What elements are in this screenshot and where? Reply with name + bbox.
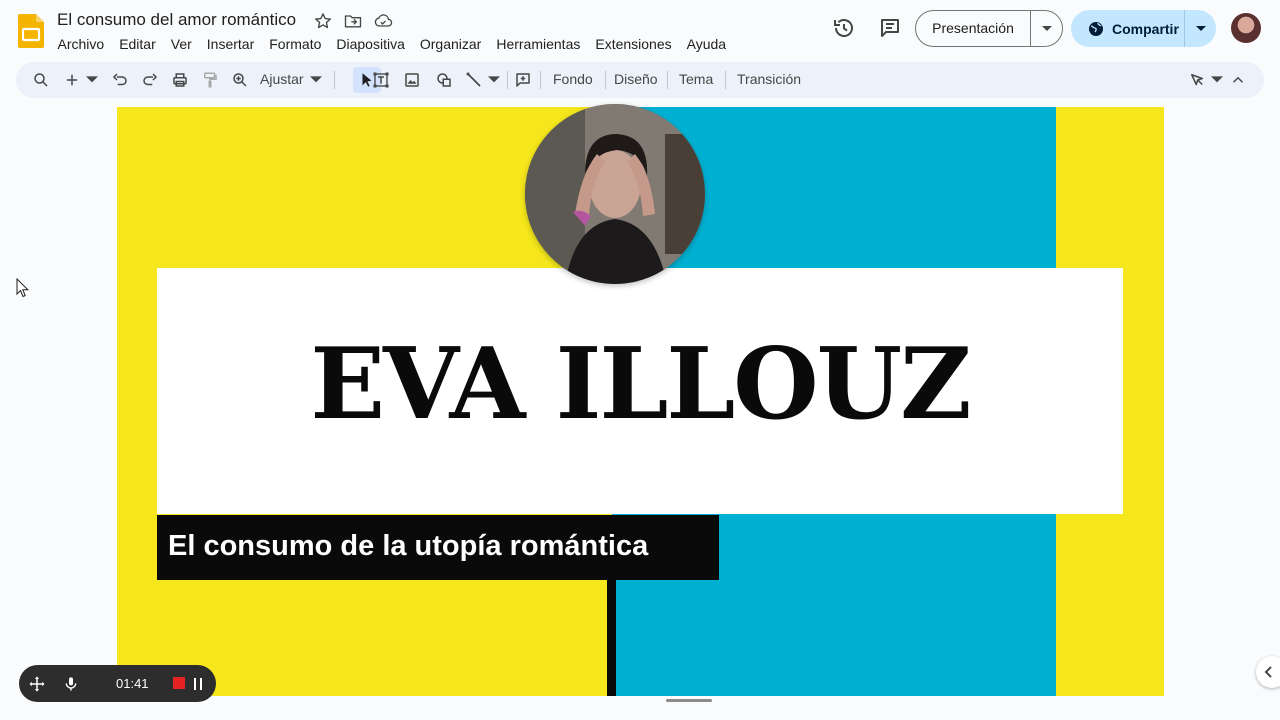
recording-controls: 01:41 (19, 665, 216, 702)
new-slide-icon[interactable] (62, 70, 82, 90)
line-chevron-down-icon[interactable] (488, 70, 500, 90)
black-divider-bar (607, 577, 616, 696)
document-title[interactable]: El consumo del amor romántico (57, 10, 296, 30)
present-label[interactable]: Presentación (916, 11, 1031, 46)
present-button[interactable]: Presentación (915, 10, 1063, 47)
drag-handle-icon[interactable] (27, 674, 47, 694)
menu-ayuda[interactable]: Ayuda (679, 35, 733, 53)
collapse-chevron-up-icon[interactable] (1228, 70, 1248, 90)
menu-archivo[interactable]: Archivo (50, 35, 112, 53)
background-button[interactable]: Fondo (553, 71, 593, 87)
microphone-icon[interactable] (61, 674, 81, 694)
redo-icon[interactable] (140, 70, 160, 90)
pen-pointer-icon[interactable] (1187, 70, 1207, 90)
shape-icon[interactable] (434, 70, 454, 90)
share-label: Compartir (1112, 20, 1179, 37)
menu-diapositiva[interactable]: Diapositiva (329, 35, 412, 53)
star-icon[interactable] (313, 11, 333, 31)
cloud-saved-icon[interactable] (373, 11, 393, 31)
chevron-left-icon (1264, 666, 1272, 678)
paint-format-icon[interactable] (200, 70, 220, 90)
toolbar: Ajustar Fondo Diseño Tema Transición (16, 62, 1264, 98)
share-options-chevron-down-icon[interactable] (1185, 25, 1216, 32)
toolbar-divider (507, 71, 508, 89)
undo-icon[interactable] (110, 70, 130, 90)
share-button[interactable]: Compartir (1071, 10, 1216, 47)
slides-logo-icon[interactable] (18, 14, 44, 48)
user-avatar[interactable] (1231, 13, 1261, 43)
filmstrip-resize-handle[interactable] (666, 699, 712, 702)
menu-editar[interactable]: Editar (112, 35, 164, 53)
add-comment-icon[interactable] (513, 70, 533, 90)
toolbar-divider (667, 71, 668, 89)
slide-title[interactable]: EVA ILLOUZ (157, 330, 1123, 440)
toolbar-divider (725, 71, 726, 89)
insert-image-icon[interactable] (402, 70, 422, 90)
globe-icon (1089, 21, 1103, 36)
zoom-icon[interactable] (230, 70, 250, 90)
menu-organizar[interactable]: Organizar (412, 35, 488, 53)
present-options-chevron-down-icon[interactable] (1031, 25, 1062, 32)
new-slide-chevron-down-icon[interactable] (86, 70, 98, 90)
zoom-select[interactable]: Ajustar (260, 71, 304, 87)
toolbar-divider (605, 71, 606, 89)
side-panel-toggle[interactable] (1256, 656, 1280, 688)
search-menus-icon[interactable] (31, 70, 51, 90)
menu-herramientas[interactable]: Herramientas (489, 35, 588, 53)
layout-button[interactable]: Diseño (614, 71, 658, 87)
transition-button[interactable]: Transición (737, 71, 801, 87)
pen-chevron-down-icon[interactable] (1211, 70, 1223, 90)
toolbar-divider (540, 71, 541, 89)
theme-button[interactable]: Tema (679, 71, 713, 87)
menu-ver[interactable]: Ver (163, 35, 199, 53)
mouse-cursor-icon (16, 278, 30, 298)
menu-extensiones[interactable]: Extensiones (588, 35, 679, 53)
text-box-icon[interactable] (371, 70, 391, 90)
webcam-presenter-image (525, 104, 705, 284)
comments-icon[interactable] (878, 16, 902, 40)
slide-subtitle[interactable]: El consumo de la utopía romántica (168, 530, 648, 563)
webcam-bubble[interactable] (525, 104, 705, 284)
menu-bar: Archivo Editar Ver Insertar Formato Diap… (50, 35, 734, 53)
move-to-folder-icon[interactable] (343, 11, 363, 31)
zoom-chevron-down-icon[interactable] (310, 70, 322, 90)
recording-elapsed-time: 01:41 (116, 676, 149, 691)
pause-icon[interactable] (188, 674, 208, 694)
stop-recording-button[interactable] (173, 677, 185, 689)
menu-insertar[interactable]: Insertar (199, 35, 261, 53)
toolbar-divider (334, 71, 335, 89)
menu-formato[interactable]: Formato (262, 35, 329, 53)
print-icon[interactable] (170, 70, 190, 90)
history-icon[interactable] (832, 16, 856, 40)
line-icon[interactable] (464, 70, 484, 90)
